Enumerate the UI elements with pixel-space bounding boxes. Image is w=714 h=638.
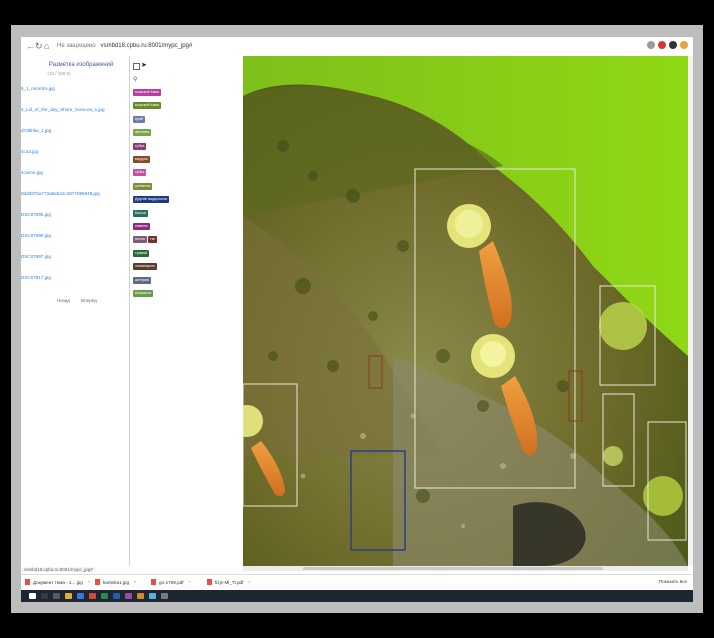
file-item[interactable]: DSC07917.jpg <box>21 275 51 280</box>
download-item[interactable]: fizjz-Ml_Tl.pdf ^ <box>207 579 251 585</box>
tag-button[interactable]: камень <box>133 223 150 230</box>
underwater-photo <box>243 56 688 566</box>
app3-icon[interactable] <box>137 593 144 599</box>
tag-button[interactable]: астерия <box>133 276 152 284</box>
photo-frame: ← ↻ ⌂ Не защищено vsmbd18.cpbu.ru:8001/m… <box>11 25 703 613</box>
app-icon[interactable] <box>77 593 84 599</box>
profile-avatar-icon[interactable] <box>680 41 688 49</box>
file-item[interactable]: 5_1_mmrmtv.jpg <box>21 86 55 91</box>
chrome-icon[interactable] <box>89 593 96 599</box>
show-all-downloads-button[interactable]: Показать все <box>659 579 687 584</box>
tag-button[interactable]: Бычок <box>133 209 148 217</box>
extension2-icon[interactable] <box>669 41 677 49</box>
scroll-thumb[interactable] <box>303 567 603 570</box>
bookmark-icon[interactable] <box>647 41 655 49</box>
next-button[interactable]: Вперёд <box>81 298 97 303</box>
browser-toolbar: ← ↻ ⌂ Не защищено vsmbd18.cpbu.ru:8001/m… <box>21 37 693 57</box>
tag-button[interactable]: краб <box>133 115 146 123</box>
tag-button[interactable]: Багрянка <box>133 290 154 297</box>
downloads-bar: Документ тема - 1....jpg ^ kartinka1.jpg ^… <box>21 574 693 591</box>
tag-button[interactable]: губка <box>133 142 147 150</box>
taskview-icon[interactable] <box>53 593 60 599</box>
chevron-up-icon: ^ <box>248 579 251 585</box>
file-item[interactable]: 4cwme.jpg <box>21 170 43 175</box>
file-list-panel: Разметка изображений (10 / 169 5) 5_1_mm… <box>21 56 129 566</box>
browser-window: ← ↻ ⌂ Не защищено vsmbd18.cpbu.ru:8001/m… <box>21 37 693 602</box>
tag-button[interactable]: морской ёжик <box>133 102 162 110</box>
tag-button[interactable]: Другие водоросли <box>133 196 169 204</box>
file-item[interactable]: d7d6hke_1.jpg <box>21 128 51 133</box>
tag-button[interactable]: морской ёжик <box>133 89 162 96</box>
tag-button[interactable]: медуза <box>133 156 150 163</box>
security-label: Не защищено <box>57 43 96 49</box>
tag-button[interactable]: креветка <box>133 182 153 190</box>
file-icon <box>207 579 212 585</box>
tag-button[interactable]: актиния <box>133 129 151 137</box>
label-tools-panel: ➤ ⚲ морской ёжик морской ёжик краб актиния г… <box>129 56 244 566</box>
chevron-up-icon: ^ <box>188 579 191 585</box>
horizontal-scrollbar[interactable] <box>243 566 688 571</box>
status-url: vsmbd18.cpbu.ru:8001/mypc_jpg# <box>21 567 96 572</box>
address-bar[interactable]: Не защищено vsmbd18.cpbu.ru:8001/mypc_jp… <box>57 39 637 53</box>
excel-icon[interactable] <box>101 593 108 599</box>
zoom-icon[interactable]: ⚲ <box>133 76 137 83</box>
download-item[interactable]: go-1709.pdf ^ <box>151 579 191 585</box>
tag-button[interactable]: губка <box>133 169 147 177</box>
file-item[interactable]: DSC07997.jpg <box>21 254 51 259</box>
tag-button[interactable]: травой <box>133 249 150 257</box>
chevron-up-icon: ^ <box>87 579 91 585</box>
download-item[interactable]: kartinka1.jpg ^ <box>95 579 136 585</box>
file-item[interactable]: 0dd397ba773a6e5d1c4877b95948.jpg <box>21 191 100 196</box>
file-icon <box>95 579 100 585</box>
os-taskbar <box>21 590 693 602</box>
select-all-checkbox[interactable] <box>133 63 140 70</box>
file-icon <box>151 579 156 585</box>
extension-icon[interactable] <box>658 41 666 49</box>
vertical-scrollbar[interactable] <box>688 56 693 566</box>
panel-subtitle: (10 / 169 5) <box>47 71 71 76</box>
home-icon[interactable]: ⌂ <box>44 40 49 52</box>
pagination: Назад Вперёд <box>57 298 107 303</box>
back-icon[interactable]: ← <box>26 40 35 52</box>
cursor-tool-icon[interactable]: ➤ <box>141 61 147 69</box>
download-item[interactable]: Документ тема - 1....jpg ^ <box>25 579 90 585</box>
panel-title: Разметка изображений <box>48 62 114 68</box>
chevron-up-icon: ^ <box>134 579 137 585</box>
file-item[interactable]: 4ca4.jpg <box>21 149 38 154</box>
prev-button[interactable]: Назад <box>57 298 70 303</box>
start-icon[interactable] <box>29 593 36 599</box>
annotation-canvas[interactable] <box>243 56 688 566</box>
explorer-icon[interactable] <box>65 593 72 599</box>
tag-button[interactable]: тиг <box>148 236 158 244</box>
file-item[interactable]: 4_Lol_of_the_day_Shore_Sona.na_1.jpg <box>21 107 105 112</box>
search-icon[interactable] <box>41 593 48 599</box>
app2-icon[interactable] <box>125 593 132 599</box>
tag-button[interactable]: ламинария <box>133 263 157 271</box>
app4-icon[interactable] <box>149 593 156 599</box>
reload-icon[interactable]: ↻ <box>35 40 43 52</box>
word-icon[interactable] <box>113 593 120 599</box>
app5-icon[interactable] <box>161 593 168 599</box>
file-icon <box>25 579 30 585</box>
file-item[interactable]: DSC07996.jpg <box>21 233 51 238</box>
tag-button[interactable]: песок <box>133 236 147 244</box>
url-text: vsmbd18.cpbu.ru:8001/mypc_jpg# <box>100 43 193 49</box>
file-item[interactable]: DSC07995.jpg <box>21 212 51 217</box>
